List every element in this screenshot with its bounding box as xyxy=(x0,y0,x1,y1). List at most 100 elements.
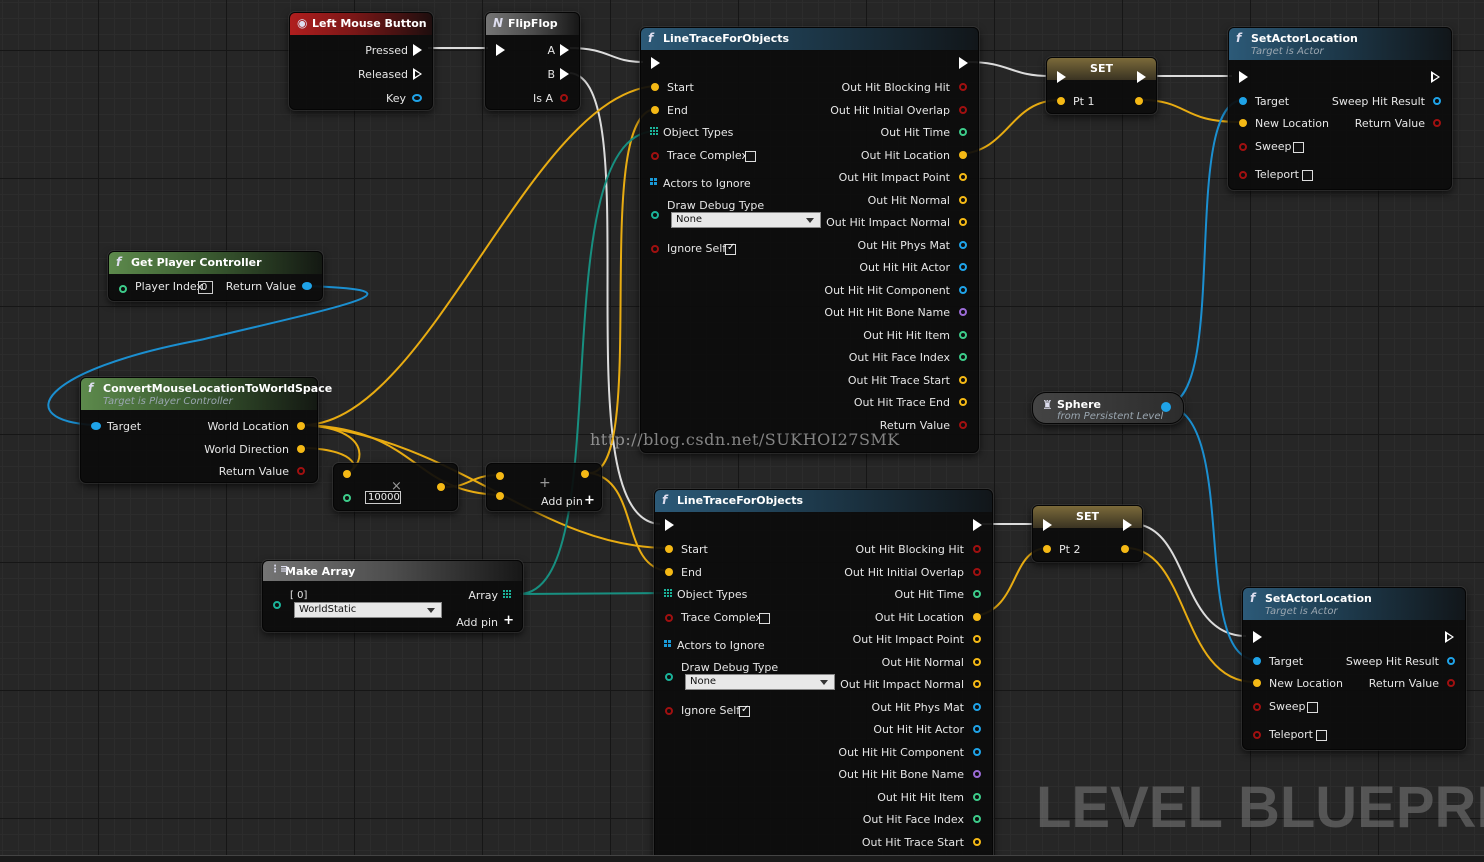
out-pin[interactable] xyxy=(959,241,967,249)
add-in-b[interactable] xyxy=(496,492,504,500)
exec-out[interactable] xyxy=(973,519,982,531)
draw-debug-type-dropdown[interactable]: None xyxy=(671,212,821,228)
draw-debug-type-dropdown[interactable]: None xyxy=(685,674,835,690)
sweep-hit-result-pin[interactable] xyxy=(1447,657,1455,665)
sweep-pin[interactable] xyxy=(1253,703,1261,711)
pt2-in-pin[interactable] xyxy=(1043,545,1051,553)
start-pin[interactable] xyxy=(665,545,673,553)
out-pin[interactable] xyxy=(959,263,967,271)
exec-out[interactable] xyxy=(1431,71,1441,83)
target-pin[interactable] xyxy=(91,422,101,430)
teleport-pin[interactable] xyxy=(1239,171,1247,179)
out-pin[interactable] xyxy=(973,590,981,598)
return-value-pin[interactable] xyxy=(297,467,305,475)
out-pin[interactable] xyxy=(959,196,967,204)
out-pin[interactable] xyxy=(973,680,981,688)
b-exec-pin[interactable] xyxy=(560,68,569,80)
ignore-self-checkbox[interactable] xyxy=(739,704,750,717)
exec-in[interactable] xyxy=(665,519,674,531)
array-out-pin[interactable] xyxy=(503,590,513,600)
add-pin-label[interactable]: Add pin xyxy=(541,495,583,508)
is-a-pin[interactable] xyxy=(560,94,568,102)
out-pin[interactable] xyxy=(973,748,981,756)
return-value-pin[interactable] xyxy=(302,282,312,290)
world-direction-pin[interactable] xyxy=(297,445,305,453)
trace-complex-pin[interactable] xyxy=(651,152,659,160)
out-pin[interactable] xyxy=(959,128,967,136)
out-pin[interactable] xyxy=(973,613,981,621)
out-pin[interactable] xyxy=(973,703,981,711)
out-pin[interactable] xyxy=(973,815,981,823)
out-pin[interactable] xyxy=(973,725,981,733)
exec-in[interactable] xyxy=(1043,519,1052,531)
pt2-out-pin[interactable] xyxy=(1121,545,1129,553)
add-out[interactable] xyxy=(581,470,589,478)
exec-in[interactable] xyxy=(651,57,660,69)
new-location-pin[interactable] xyxy=(1239,119,1247,127)
player-index-pin[interactable] xyxy=(119,285,127,293)
teleport-checkbox[interactable] xyxy=(1302,170,1313,181)
add-pin-plus-icon[interactable]: + xyxy=(503,613,514,628)
key-pin[interactable] xyxy=(412,94,422,102)
convert-mouse-location-node[interactable]: f ConvertMouseLocationToWorldSpace Target … xyxy=(80,377,332,483)
a-exec-pin[interactable] xyxy=(560,44,569,56)
set-pt2-node[interactable]: SET Pt 2 xyxy=(1032,505,1143,562)
flipflop-exec-in[interactable] xyxy=(496,44,505,56)
line-trace-node-2[interactable]: f LineTraceForObjects Start End Object Ty… xyxy=(654,489,993,861)
trace-complex-checkbox[interactable] xyxy=(745,151,756,162)
out-pin[interactable] xyxy=(959,151,967,159)
out-pin[interactable] xyxy=(973,545,981,553)
world-location-pin[interactable] xyxy=(297,422,305,430)
out-pin[interactable] xyxy=(959,376,967,384)
sweep-checkbox[interactable] xyxy=(1293,142,1304,153)
draw-debug-type-pin[interactable] xyxy=(665,673,673,681)
multiply-node[interactable]: × 10000 xyxy=(333,463,458,511)
set-actor-location-node-2[interactable]: f SetActorLocation Target is Actor Target … xyxy=(1242,587,1466,750)
out-pin[interactable] xyxy=(959,106,967,114)
exec-out[interactable] xyxy=(959,57,968,69)
multiply-in-a[interactable] xyxy=(343,470,351,478)
pt1-in-pin[interactable] xyxy=(1057,97,1065,105)
exec-in[interactable] xyxy=(1057,71,1066,83)
out-pin[interactable] xyxy=(973,793,981,801)
ignore-self-checkbox[interactable] xyxy=(725,242,736,255)
out-pin[interactable] xyxy=(973,838,981,846)
exec-out[interactable] xyxy=(1123,519,1132,531)
exec-out[interactable] xyxy=(1137,71,1146,83)
set-pt1-node[interactable]: SET Pt 1 xyxy=(1046,57,1157,114)
end-pin[interactable] xyxy=(665,568,673,576)
teleport-checkbox[interactable] xyxy=(1316,730,1327,741)
trace-complex-pin[interactable] xyxy=(665,614,673,622)
object-type-dropdown[interactable]: WorldStatic xyxy=(294,602,442,618)
start-pin[interactable] xyxy=(651,83,659,91)
out-pin[interactable] xyxy=(959,286,967,294)
element-0-pin[interactable] xyxy=(273,601,281,609)
multiply-in-b[interactable] xyxy=(343,494,351,502)
sphere-out-pin[interactable] xyxy=(1161,402,1171,412)
sweep-pin[interactable] xyxy=(1239,143,1247,151)
out-pin[interactable] xyxy=(959,173,967,181)
exec-in[interactable] xyxy=(1253,631,1262,643)
out-pin[interactable] xyxy=(959,331,967,339)
player-index-input[interactable]: 0 xyxy=(198,281,213,294)
out-pin[interactable] xyxy=(959,308,967,316)
end-pin[interactable] xyxy=(651,106,659,114)
object-types-pin[interactable] xyxy=(650,127,660,137)
out-pin[interactable] xyxy=(959,218,967,226)
actors-to-ignore-pin[interactable] xyxy=(664,640,674,650)
teleport-pin[interactable] xyxy=(1253,731,1261,739)
actors-to-ignore-pin[interactable] xyxy=(650,178,660,188)
add-pin-plus-icon[interactable]: + xyxy=(584,493,595,508)
out-pin[interactable] xyxy=(973,770,981,778)
object-types-pin[interactable] xyxy=(664,589,674,599)
ignore-self-pin[interactable] xyxy=(651,245,659,253)
multiply-out[interactable] xyxy=(437,483,445,491)
left-mouse-button-node[interactable]: ◉ Left Mouse Button Pressed Released Key xyxy=(289,12,433,110)
sweep-hit-result-pin[interactable] xyxy=(1433,97,1441,105)
out-pin[interactable] xyxy=(959,421,967,429)
released-exec-pin[interactable] xyxy=(413,68,423,80)
return-value-pin[interactable] xyxy=(1447,679,1455,687)
set-actor-location-node-1[interactable]: f SetActorLocation Target is Actor Target … xyxy=(1228,27,1452,190)
draw-debug-type-pin[interactable] xyxy=(651,211,659,219)
ignore-self-pin[interactable] xyxy=(665,707,673,715)
